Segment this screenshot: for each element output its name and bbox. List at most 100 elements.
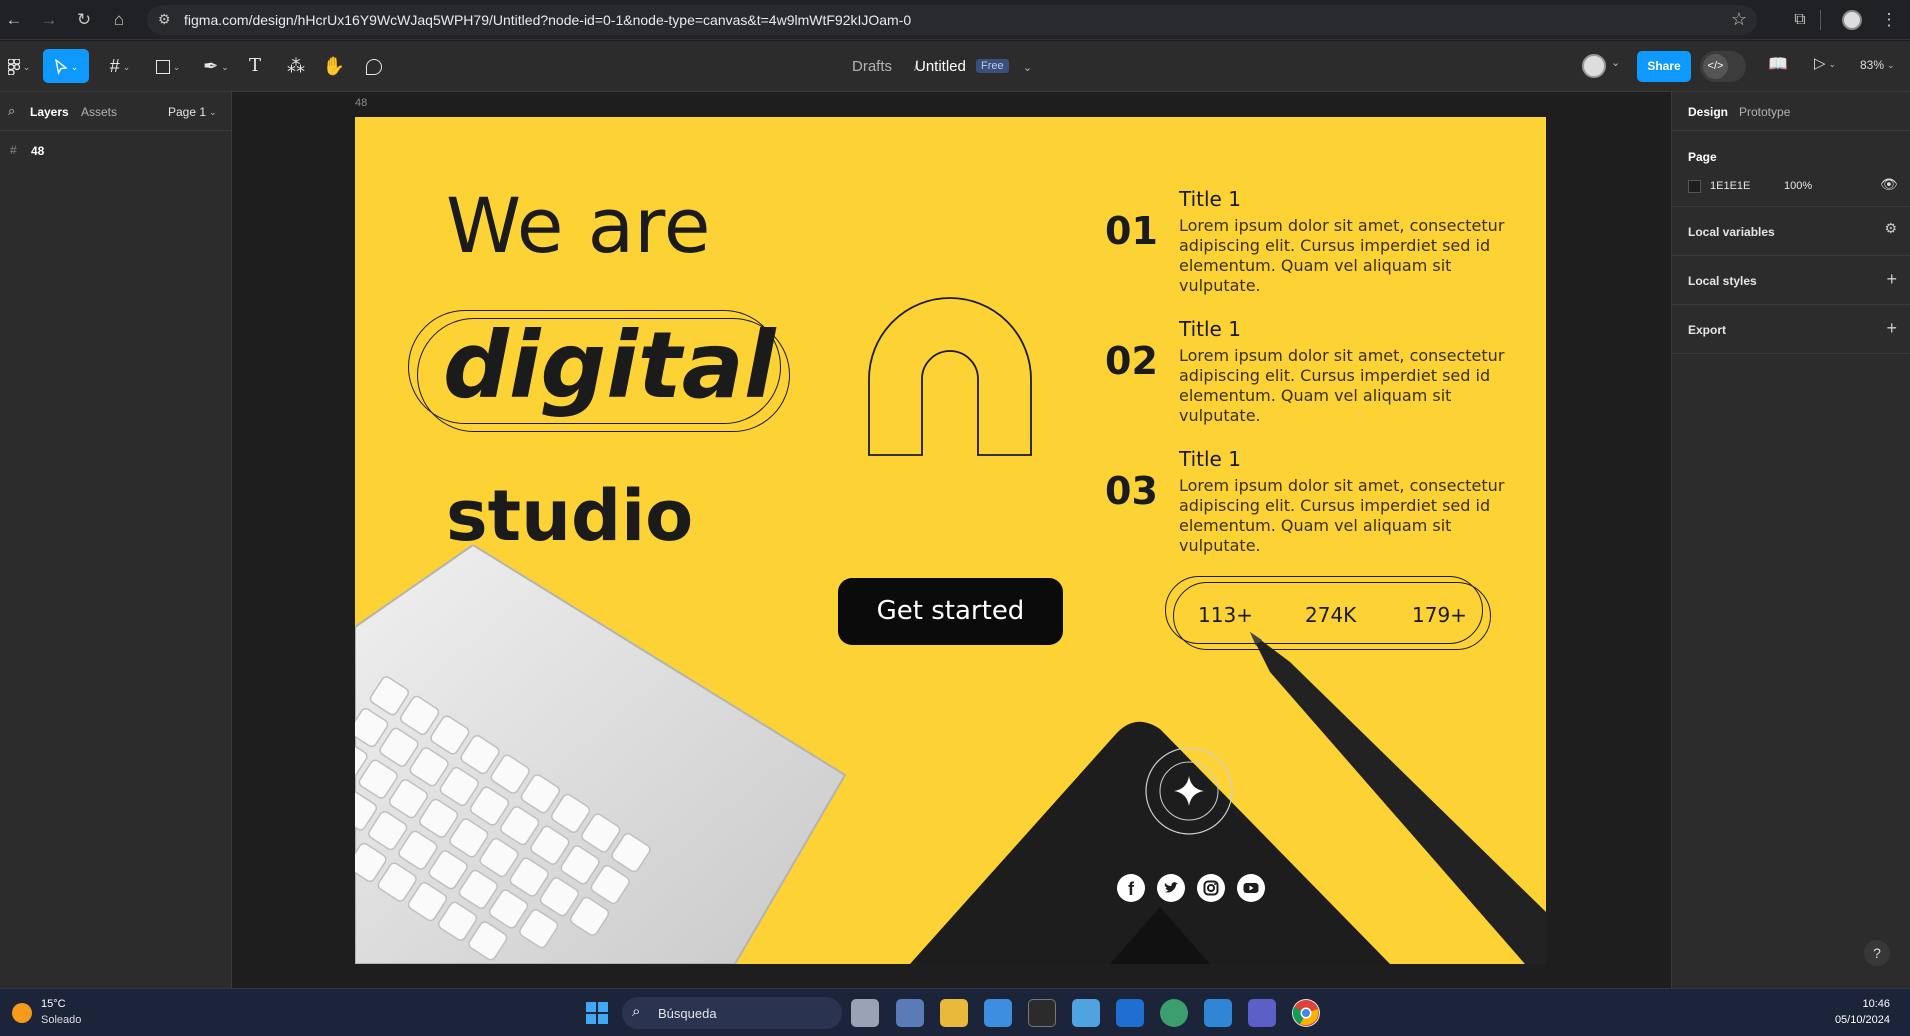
layer-row[interactable]: # 48	[0, 139, 231, 163]
library-book-icon[interactable]: 📖	[1768, 54, 1788, 74]
left-panel: ⌕ Layers Assets Page 1 ⌄ # 48	[0, 92, 232, 988]
page-color-hex[interactable]: 1E1E1E	[1710, 180, 1750, 192]
frame-layer-icon: #	[10, 143, 17, 157]
hand-tool-icon[interactable]: ✋	[322, 49, 346, 83]
outlook-icon[interactable]	[1116, 999, 1144, 1027]
instagram-icon[interactable]	[1197, 874, 1225, 902]
back-icon[interactable]: ←	[3, 9, 25, 31]
profile-avatar[interactable]	[1842, 10, 1862, 30]
design-badge-logo	[1145, 747, 1233, 835]
avatar-chevron-icon[interactable]: ⌄	[1611, 56, 1620, 69]
tab-layers[interactable]: Layers	[30, 105, 69, 119]
facebook-icon[interactable]: f	[1117, 874, 1145, 902]
terminal-icon[interactable]	[1028, 999, 1056, 1027]
file-title[interactable]: Untitled Free ⌄	[915, 58, 1032, 75]
stat-value[interactable]: 274K	[1305, 603, 1356, 627]
add-style-plus-icon[interactable]: +	[1886, 269, 1897, 290]
twitter-icon[interactable]	[1157, 874, 1185, 902]
local-styles-label: Local styles	[1688, 274, 1757, 288]
taskbar-search[interactable]: ⌕ Búsqueda	[622, 997, 842, 1029]
text-tool-icon[interactable]: T	[244, 49, 266, 83]
help-button[interactable]: ?	[1864, 940, 1890, 966]
stat-value[interactable]: 179+	[1412, 603, 1467, 627]
weather-temperature[interactable]: 15°C	[41, 998, 66, 1010]
comment-tool-icon[interactable]	[362, 49, 386, 83]
calculator-icon[interactable]	[896, 999, 924, 1027]
notepad-icon[interactable]	[1072, 999, 1100, 1027]
more-menu-icon[interactable]: ⋮	[1878, 9, 1900, 31]
variables-sliders-icon[interactable]: ⚙	[1884, 220, 1897, 237]
bookmark-star-icon[interactable]: ☆	[1731, 9, 1747, 30]
divider	[1672, 130, 1910, 131]
forward-icon[interactable]: →	[38, 9, 60, 31]
share-button[interactable]: Share	[1637, 51, 1691, 82]
stat-value[interactable]: 113+	[1198, 603, 1253, 627]
vscode-icon[interactable]	[1204, 999, 1232, 1027]
zoom-level: 83%	[1860, 58, 1885, 72]
youtube-icon[interactable]	[1237, 874, 1265, 902]
url-text[interactable]: figma.com/design/hHcrUx16Y9WcWJaq5WPH79/…	[184, 12, 911, 28]
keyboard-image	[355, 545, 847, 964]
item-title[interactable]: Title 1	[1179, 447, 1241, 471]
dev-mode-toggle[interactable]: </>	[1700, 51, 1746, 82]
weather-sun-icon[interactable]	[12, 1003, 32, 1023]
windows-taskbar: 15°C Soleado ⌕ Búsqueda 10:46 05/10/2024	[0, 988, 1910, 1036]
search-layers-icon[interactable]: ⌕	[8, 103, 15, 119]
right-panel: Design Prototype Page 1E1E1E 100% 👁 Loca…	[1671, 92, 1910, 988]
user-avatar[interactable]	[1582, 54, 1606, 78]
layer-name: 48	[31, 144, 45, 158]
task-view-icon[interactable]	[851, 999, 879, 1027]
headline-studio[interactable]: studio	[446, 475, 693, 557]
components-tool-icon[interactable]: ⁂	[284, 49, 308, 83]
windows-start-icon[interactable]	[585, 1001, 609, 1025]
tab-design[interactable]: Design	[1688, 105, 1728, 119]
clock-time[interactable]: 10:46	[1838, 998, 1890, 1010]
local-styles-row[interactable]: Local styles +	[1672, 256, 1910, 305]
file-name-label[interactable]: Untitled	[915, 58, 966, 75]
page-color-swatch[interactable]	[1688, 180, 1701, 193]
item-text[interactable]: Lorem ipsum dolor sit amet, consectetur …	[1179, 216, 1509, 296]
address-bar[interactable]: ⚙ figma.com/design/hHcrUx16Y9WcWJaq5WPH7…	[147, 5, 1757, 35]
get-started-button[interactable]: Get started	[838, 578, 1063, 645]
local-variables-row[interactable]: Local variables ⚙	[1672, 207, 1910, 256]
weather-description[interactable]: Soleado	[41, 1014, 81, 1026]
item-text[interactable]: Lorem ipsum dolor sit amet, consectetur …	[1179, 476, 1509, 556]
headline-digital[interactable]: digital	[443, 312, 775, 419]
shape-tool-icon[interactable]: ⌄	[150, 49, 186, 83]
canvas[interactable]: 48 We are digital studio Get started 01 …	[233, 92, 1671, 988]
present-play-icon[interactable]: ▷ ⌄	[1814, 54, 1836, 72]
frame-label[interactable]: 48	[355, 97, 367, 109]
breadcrumb-drafts[interactable]: Drafts	[852, 58, 892, 75]
move-tool-button[interactable]: ⌄	[43, 49, 89, 83]
headline-we-are[interactable]: We are	[446, 181, 711, 270]
clock-date[interactable]: 05/10/2024	[1818, 1014, 1890, 1026]
local-variables-label: Local variables	[1688, 225, 1775, 239]
add-export-plus-icon[interactable]: +	[1886, 318, 1897, 339]
reload-icon[interactable]: ↻	[73, 9, 95, 31]
frame-tool-icon[interactable]: # ⌄	[102, 49, 138, 83]
tab-assets[interactable]: Assets	[81, 105, 117, 119]
extensions-icon[interactable]: ⧉	[1789, 9, 1811, 31]
tab-prototype[interactable]: Prototype	[1739, 105, 1790, 119]
page-opacity[interactable]: 100%	[1784, 180, 1812, 192]
pen-tool-icon[interactable]: ✒ ⌄	[198, 49, 234, 83]
file-explorer-icon[interactable]	[940, 999, 968, 1027]
figma-menu-icon[interactable]: ⌄	[4, 49, 34, 83]
item-title[interactable]: Title 1	[1179, 187, 1241, 211]
design-frame[interactable]: We are digital studio Get started 01 Tit…	[355, 117, 1546, 964]
item-text[interactable]: Lorem ipsum dolor sit amet, consectetur …	[1179, 346, 1509, 426]
teams-icon[interactable]	[1248, 999, 1276, 1027]
browser-toolbar: ← → ↻ ⌂ ⚙ figma.com/design/hHcrUx16Y9WcW…	[0, 0, 1910, 40]
globe-browser-icon[interactable]	[1160, 999, 1188, 1027]
home-icon[interactable]: ⌂	[108, 9, 130, 31]
chrome-icon[interactable]	[1292, 999, 1320, 1027]
file-menu-chevron-icon[interactable]: ⌄	[1023, 62, 1032, 74]
microsoft-store-icon[interactable]	[984, 999, 1012, 1027]
page-selector[interactable]: Page 1 ⌄	[168, 105, 217, 119]
site-settings-icon[interactable]: ⚙	[158, 11, 171, 28]
item-title[interactable]: Title 1	[1179, 317, 1241, 341]
arch-shape	[868, 297, 1032, 456]
zoom-menu[interactable]: 83% ⌄	[1860, 58, 1895, 72]
visibility-eye-icon[interactable]: 👁	[1880, 176, 1898, 193]
export-row[interactable]: Export +	[1672, 305, 1910, 354]
